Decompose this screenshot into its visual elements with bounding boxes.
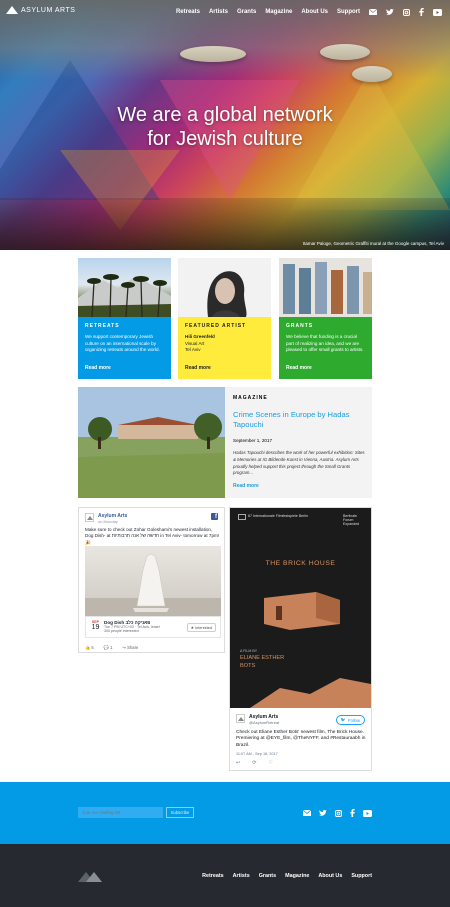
tweet-time[interactable]: 11:07 AM - Sep 18, 2017 [236,752,278,756]
event-count: 300 people interested [104,629,139,633]
tweet-author-handle[interactable]: @AsylumRetreat [249,720,279,725]
read-more-link[interactable]: Read more [185,365,211,371]
comment-button[interactable]: 💬 1 [104,645,113,651]
card-label: FEATURED ARTIST [185,323,247,329]
like-count: 5 [91,645,94,650]
footer-nav-support[interactable]: Support [351,873,372,879]
poster-title: THE BRICK HOUSE [265,560,336,567]
hero-title: We are a global network for Jewish cultu… [0,103,450,151]
fb-event-card[interactable]: SEP 19 Dog Dish ‏פאניקה ‏כלב Tue 7 PM UT… [85,616,221,638]
magazine-desc: Hadas Tapouchi describes the work of her… [233,450,365,476]
facebook-post: Asylum Arts on Monday f Make sure to che… [78,507,225,653]
fb-event-image[interactable] [85,546,221,616]
mountain-logo-icon [238,717,244,721]
card-featured-artist[interactable]: FEATURED ARTIST Hili Greenfeld Visual Ar… [178,258,271,379]
mailing-list-input[interactable] [78,807,163,818]
read-more-link[interactable]: Read more [286,365,312,371]
site-footer: Retreats Artists Grants Magazine About U… [0,844,450,907]
fb-post-time: on Monday [98,519,118,524]
card-label: GRANTS [286,323,314,329]
email-icon[interactable] [369,9,377,15]
card-retreats[interactable]: RETREATS We support contemporary Jewish … [78,258,171,379]
magazine-feature: MAGAZINE Crime Scenes in Europe by Hadas… [78,387,372,498]
share-label: Share [127,645,139,650]
poster-corner: Berlinale Forum Expanded [343,514,360,526]
follow-button[interactable]: 🐦 Follow [335,715,365,725]
share-icon: ↪ [122,645,126,650]
facebook-icon[interactable] [350,809,355,817]
hero-title-line1: We are a global network [117,104,333,126]
interested-button[interactable]: ★ Interested [186,623,216,632]
comment-count: 1 [110,645,113,650]
mountain-logo-icon [6,6,18,14]
main-nav: Retreats Artists Grants Magazine About U… [176,8,442,16]
nav-about-us[interactable]: About Us [301,9,328,15]
like-button[interactable]: 👍 5 [85,645,94,651]
card-grants[interactable]: GRANTS We believe that funding is a cruc… [279,258,372,379]
artist-city: Tel Aviv [185,347,201,352]
facebook-icon[interactable] [419,8,424,16]
email-icon[interactable] [303,810,311,816]
youtube-icon[interactable] [363,809,372,817]
facebook-icon[interactable]: f [211,513,218,520]
instagram-icon[interactable] [403,8,410,16]
instagram-icon[interactable] [335,809,342,817]
magazine-read-more[interactable]: Read more [233,483,365,489]
reply-icon[interactable]: ↩ [236,760,240,766]
site-logo[interactable]: ASYLUM ARTS [6,6,75,14]
twitter-icon[interactable] [386,8,394,16]
youtube-icon[interactable] [433,8,442,16]
avatar[interactable] [85,513,94,522]
logo-text: ASYLUM ARTS [21,6,76,14]
footer-nav-retreats[interactable]: Retreats [202,873,224,879]
footer-logo-icon[interactable] [78,870,102,882]
event-day: 19 [91,624,100,631]
footer-nav-grants[interactable]: Grants [259,873,276,879]
comment-icon: 💬 [103,645,109,650]
grants-image [279,258,372,317]
nav-support[interactable]: Support [337,9,360,15]
film-poster[interactable]: 67 Internationale Filmfestspiele Berlin … [230,508,371,708]
read-more-link[interactable]: Read more [85,365,111,371]
retreats-image [78,258,171,317]
brick-house-graphic [264,592,340,630]
newsletter-band: Subscribe [0,782,450,844]
nav-artists[interactable]: Artists [209,9,228,15]
footer-nav-artists[interactable]: Artists [233,873,250,879]
poster-landscape [250,678,371,708]
hero-title-line2: for Jewish culture [147,128,303,150]
card-label: RETREATS [85,323,120,329]
twitter-embed: 67 Internationale Filmfestspiele Berlin … [229,507,372,771]
nav-grants[interactable]: Grants [237,9,256,15]
card-text: We believe that funding is a crucial par… [286,334,364,352]
retweet-icon[interactable]: ⟳ [252,760,256,766]
footer-nav-magazine[interactable]: Magazine [285,873,309,879]
berlinale-badge-icon [238,514,246,520]
magazine-title[interactable]: Crime Scenes in Europe by Hadas Tapouchi [233,410,365,430]
mountain-logo-icon [87,516,93,520]
twitter-icon[interactable] [319,809,327,817]
footer-nav-about-us[interactable]: About Us [318,873,342,879]
card-text: We support contemporary Jewish culture o… [85,334,160,352]
fb-post-text: Make sure to check out Zohar Goleshami's… [85,527,220,545]
hero-banner: ASYLUM ARTS Retreats Artists Grants Maga… [0,0,450,250]
magazine-image[interactable] [78,387,225,498]
tweet-text: Check out Eliane Esther Bots' newest fil… [236,730,366,748]
avatar[interactable] [236,714,245,723]
magazine-label: MAGAZINE [233,395,268,401]
poster-badge: 67 Internationale Filmfestspiele Berlin [248,514,308,518]
heart-icon[interactable]: ♡ [268,760,272,766]
nav-retreats[interactable]: Retreats [176,9,200,15]
magazine-date: September 1, 2017 [233,438,273,443]
poster-credit-line1: A FILM BY [240,649,258,653]
subscribe-button[interactable]: Subscribe [166,807,194,818]
nav-magazine[interactable]: Magazine [265,9,292,15]
artist-portrait [178,258,271,317]
follow-label: Follow [347,717,360,723]
share-button[interactable]: ↪ Share [122,645,138,651]
twitter-icon: 🐦 [340,717,346,722]
hero-caption: Itamar Paloge, Geometric Graffiti mural … [302,241,444,246]
thumbs-up-icon: 👍 [85,645,91,650]
